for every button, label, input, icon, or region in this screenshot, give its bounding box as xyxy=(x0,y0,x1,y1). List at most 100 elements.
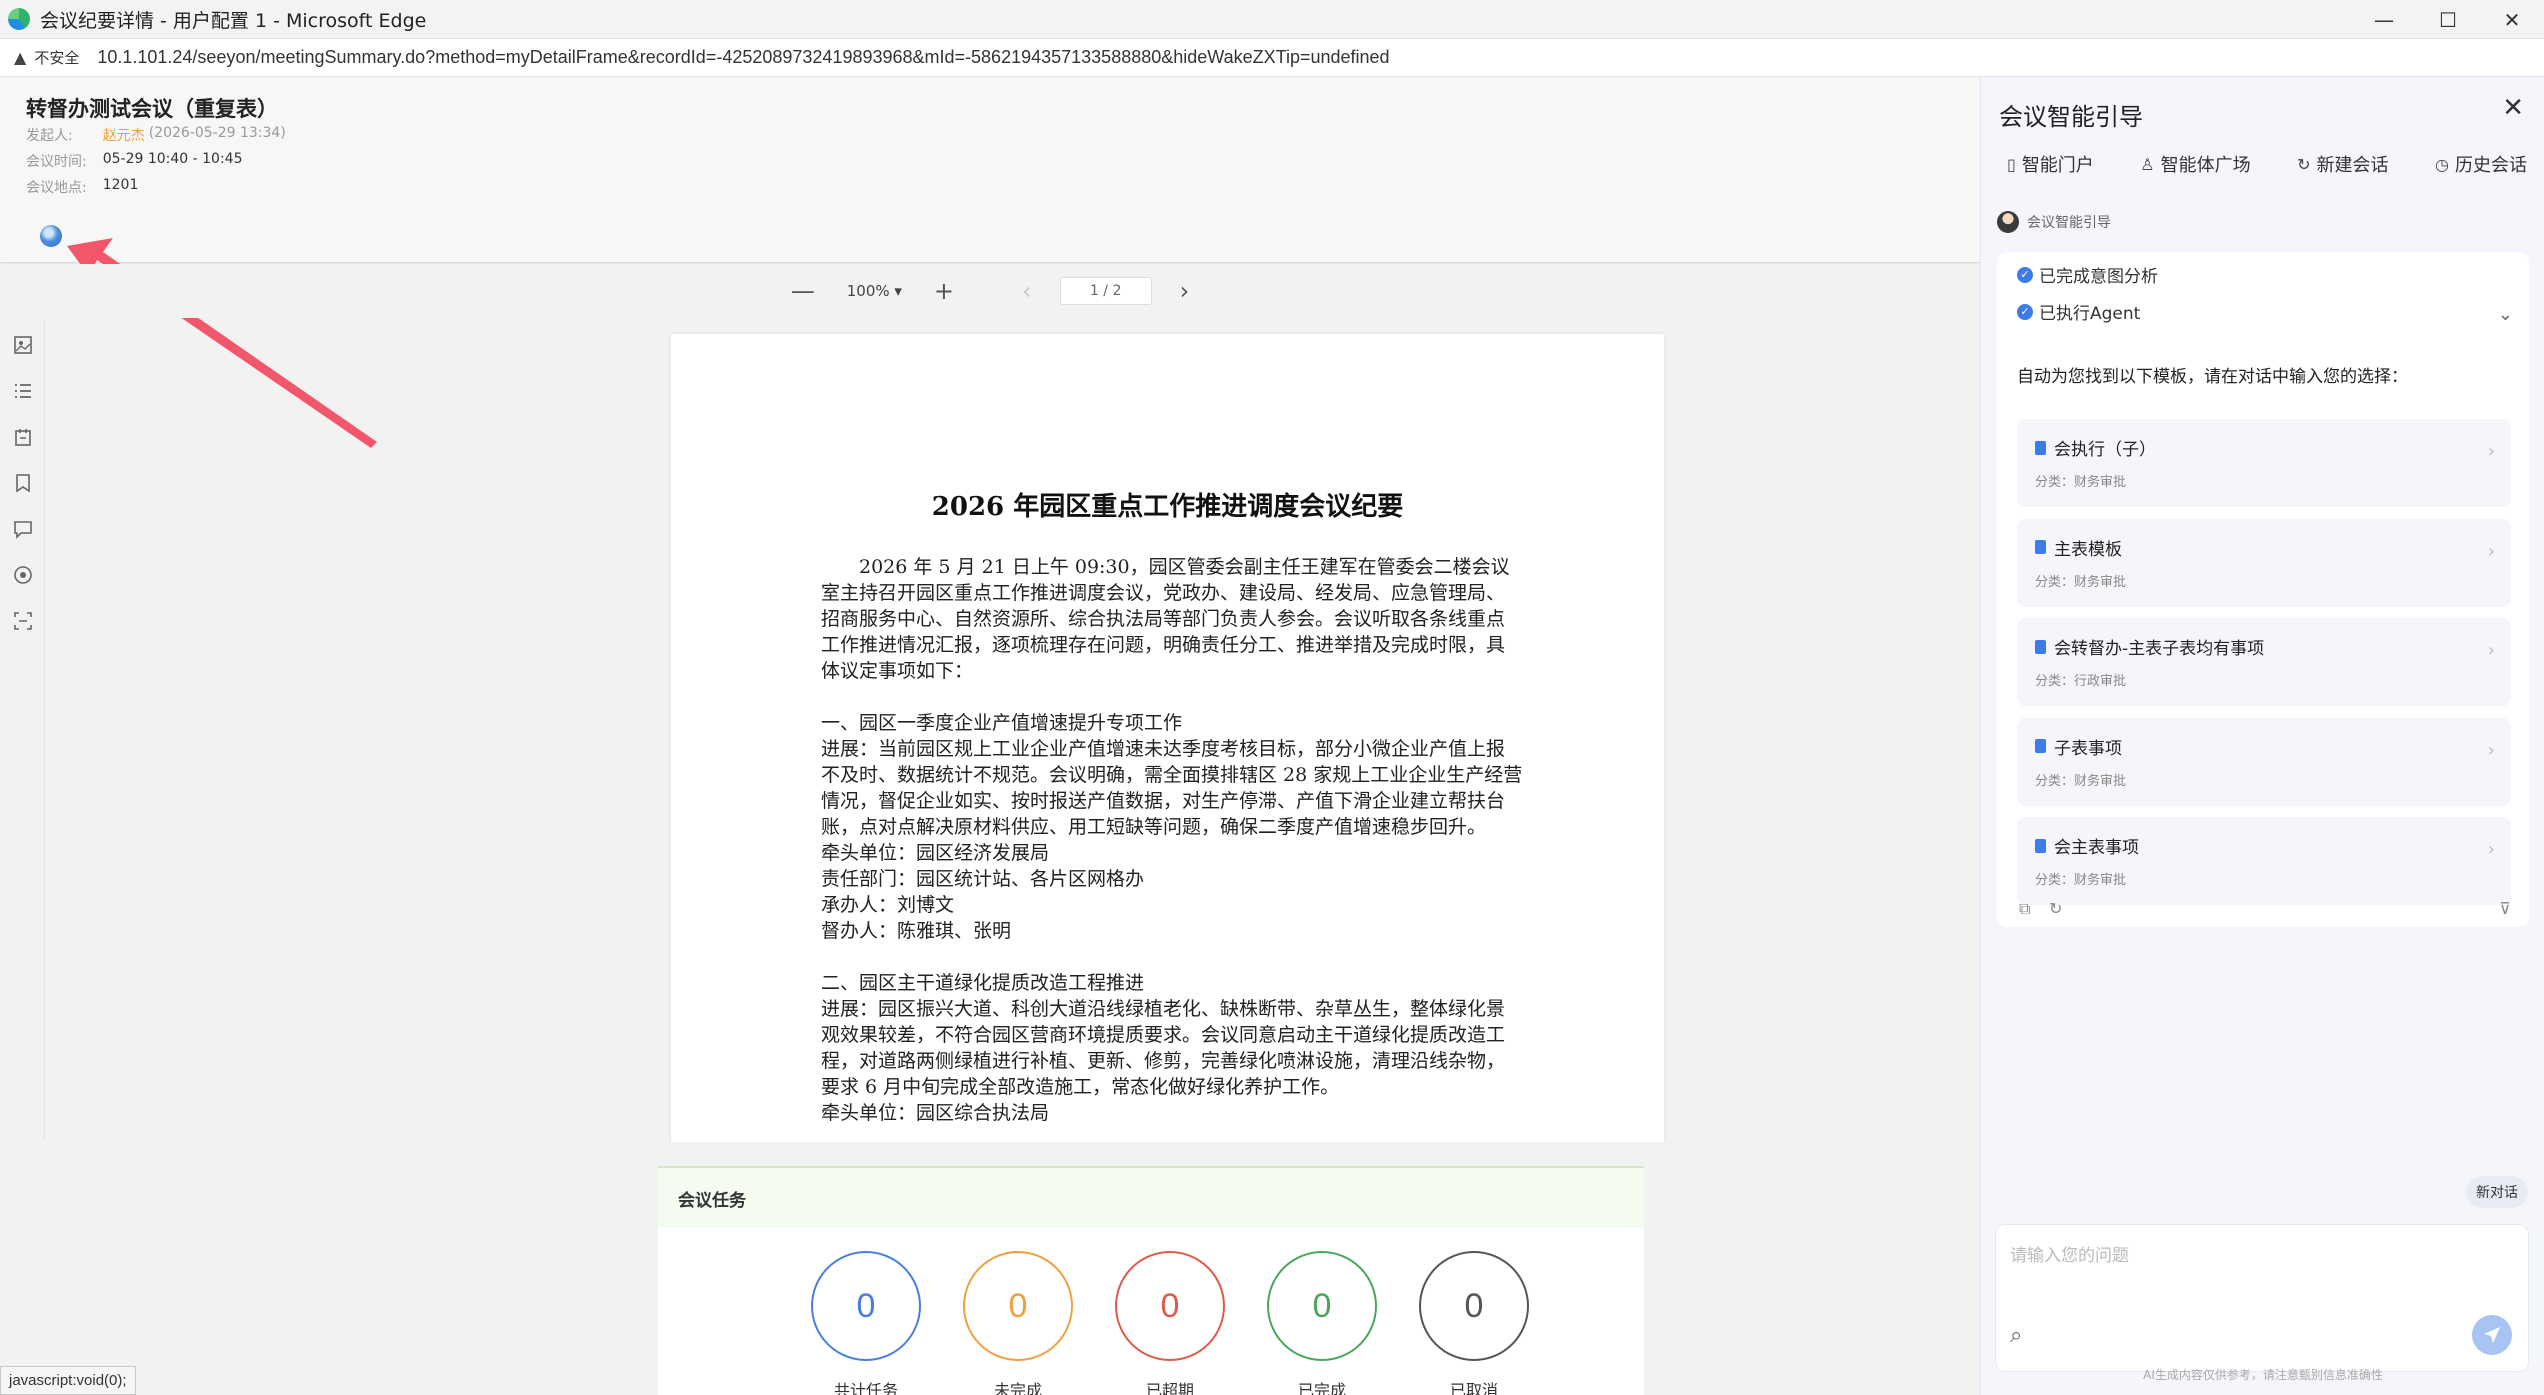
window-controls: — ☐ ✕ xyxy=(2352,0,2544,39)
nav-new-session[interactable]: ↻ 新建会话 xyxy=(2297,151,2388,177)
document-icon xyxy=(2035,540,2046,554)
document-paragraph: 承办人：刘博文 xyxy=(821,894,955,916)
task-stat[interactable]: 0 已完成 xyxy=(1246,1251,1398,1395)
stamp-icon[interactable] xyxy=(12,564,34,586)
assistant-panel: 会议智能引导 ✕ ▯ 智能门户 ♙ 智能体广场 ↻ 新建会话 ◷ 历史会话 会议智能引导 ✓ … xyxy=(1980,77,2544,1395)
bookmark-icon[interactable] xyxy=(12,472,34,494)
attachment-icon[interactable] xyxy=(12,426,34,448)
task-count-circle[interactable]: 0 xyxy=(1115,1251,1225,1361)
task-count-circle[interactable]: 0 xyxy=(811,1251,921,1361)
task-count-circle[interactable]: 0 xyxy=(1419,1251,1529,1361)
place-row: 会议地点: 1201 xyxy=(26,177,138,197)
check-icon: ✓ xyxy=(2017,303,2033,320)
minimize-button[interactable]: — xyxy=(2352,0,2416,39)
paperclip-icon[interactable]: ⌕ xyxy=(2010,1323,2022,1348)
chevron-right-icon: › xyxy=(2487,739,2495,761)
sponsor-name[interactable]: 赵元杰 xyxy=(103,125,145,145)
nav-agent-square[interactable]: ♙ 智能体广场 xyxy=(2140,151,2250,177)
place-label: 会议地点: xyxy=(26,180,87,196)
task-stat-label: 未完成 xyxy=(993,1381,1042,1395)
document-body: 2026 年 5 月 21 日上午 09:30，园区管委会副主任王建军在管委会二… xyxy=(821,554,1523,1126)
task-stat[interactable]: 0 已超期 xyxy=(1094,1251,1246,1395)
app-icon xyxy=(8,8,30,30)
send-button[interactable] xyxy=(2472,1315,2512,1355)
agent-avatar xyxy=(1997,211,2019,233)
template-name: 主表模板 xyxy=(2035,535,2122,560)
viewer-side-tools xyxy=(0,320,45,1140)
document-icon xyxy=(2035,739,2046,753)
address-bar[interactable]: ▲ 不安全 10.1.101.24/seeyon/meetingSummary.… xyxy=(0,39,2544,77)
status-agent[interactable]: ✓ 已执行Agent xyxy=(2017,299,2140,324)
template-name: 会执行（子） xyxy=(2035,435,2156,460)
task-stat[interactable]: 0 共计任务 xyxy=(790,1251,942,1395)
outline-icon[interactable] xyxy=(12,380,34,402)
warning-icon[interactable]: ▲ xyxy=(14,48,26,67)
security-label[interactable]: 不安全 xyxy=(34,47,79,68)
zoom-out-button[interactable]: — xyxy=(777,277,829,305)
template-card[interactable]: 会转督办-主表子表均有事项 分类：行政审批 › xyxy=(2017,618,2511,706)
nav-history[interactable]: ◷ 历史会话 xyxy=(2435,151,2527,177)
template-card[interactable]: 主表模板 分类：财务审批 › xyxy=(2017,518,2511,607)
meeting-tasks-panel: 会议任务 0 共计任务 0 未完成 0 已超期 0 已完成 0 已取消 xyxy=(658,1166,1644,1395)
template-name: 子表事项 xyxy=(2035,734,2122,759)
comment-icon[interactable] xyxy=(12,518,34,540)
task-stat[interactable]: 0 未完成 xyxy=(942,1251,1094,1395)
chat-input-box[interactable]: 请输入您的问题 ⌕ xyxy=(1995,1224,2529,1372)
nav-label: 智能门户 xyxy=(2021,155,2094,176)
time-row: 会议时间: 05-29 10:40 - 10:45 xyxy=(26,151,243,171)
window-titlebar: 会议纪要详情 - 用户配置 1 - Microsoft Edge — ☐ ✕ xyxy=(0,0,2544,39)
time-label: 会议时间: xyxy=(26,154,87,170)
status-bar-link-preview: javascript:void(0); xyxy=(0,1366,136,1395)
status-label: 已执行Agent xyxy=(2039,304,2141,324)
ai-disclaimer: AI生成内容仅供参考，请注意甄别信息准确性 xyxy=(2143,1368,2383,1382)
task-stat-label: 已超期 xyxy=(1145,1381,1194,1395)
scan-icon[interactable] xyxy=(12,610,34,632)
assistant-title: 会议智能引导 xyxy=(1999,103,2143,131)
place-value: 1201 xyxy=(102,177,139,193)
maximize-button[interactable]: ☐ xyxy=(2416,0,2480,39)
agent-square-icon: ♙ xyxy=(2140,154,2155,174)
page-number-input[interactable]: 1 / 2 xyxy=(1059,277,1152,305)
template-card[interactable]: 子表事项 分类：财务审批 › xyxy=(2017,717,2511,806)
url-text[interactable]: 10.1.101.24/seeyon/meetingSummary.do?met… xyxy=(97,47,1389,68)
sponsor-time: (2026-05-29 13:34) xyxy=(148,125,286,141)
template-name-text: 会转督办-主表子表均有事项 xyxy=(2054,639,2265,659)
next-page-button[interactable]: › xyxy=(1166,277,1204,305)
zoom-select[interactable]: 100% ▾ xyxy=(829,282,920,300)
task-stat-label: 已取消 xyxy=(1449,1381,1498,1395)
task-stat[interactable]: 0 已取消 xyxy=(1398,1251,1550,1395)
template-prompt: 自动为您找到以下模板，请在对话中输入您的选择： xyxy=(2017,367,2408,387)
template-card[interactable]: 会主表事项 分类：财务审批 › xyxy=(2017,817,2511,905)
prev-page-button[interactable]: ‹ xyxy=(1008,277,1046,305)
close-icon[interactable]: ✕ xyxy=(2502,93,2524,123)
copy-icon[interactable]: ⧉ xyxy=(2019,899,2030,919)
task-count-circle[interactable]: 0 xyxy=(1267,1251,1377,1361)
chevron-down-icon[interactable]: ⌄ xyxy=(2498,304,2513,325)
template-name: 会主表事项 xyxy=(2035,833,2139,858)
template-name-text: 主表模板 xyxy=(2054,539,2122,560)
task-count-circle[interactable]: 0 xyxy=(963,1251,1073,1361)
new-chat-button[interactable]: 新对话 xyxy=(2466,1176,2528,1208)
thumbnail-icon[interactable] xyxy=(12,334,34,356)
sponsor-row: 发起人: 赵元杰 (2026-05-29 13:34) xyxy=(26,125,286,145)
template-name-text: 子表事项 xyxy=(2054,738,2122,759)
chevron-right-icon: › xyxy=(2487,540,2495,562)
thumbs-down-icon[interactable]: ⊽ xyxy=(2499,899,2511,918)
agent-name: 会议智能引导 xyxy=(2027,215,2111,231)
document-paragraph: 牵头单位：园区综合执法局 xyxy=(821,1102,1050,1124)
sponsor-label: 发起人: xyxy=(26,128,73,144)
check-icon: ✓ xyxy=(2017,266,2033,283)
document-paragraph: 2026 年 5 月 21 日上午 09:30，园区管委会副主任王建军在管委会二… xyxy=(821,556,1510,682)
document-paragraph: 督办人：陈雅琪、张明 xyxy=(821,920,1012,942)
assistant-nav: ▯ 智能门户 ♙ 智能体广场 ↻ 新建会话 ◷ 历史会话 xyxy=(2007,151,2527,177)
zoom-in-button[interactable]: + xyxy=(920,277,968,305)
refresh-icon[interactable]: ↻ xyxy=(2049,899,2062,918)
nav-portal[interactable]: ▯ 智能门户 xyxy=(2007,151,2094,177)
template-card[interactable]: 会执行（子） 分类：财务审批 › xyxy=(2017,419,2511,507)
assistant-response-card: ✓ 已完成意图分析 ✓ 已执行Agent ⌄ 自动为您找到以下模板，请在对话中输… xyxy=(1997,252,2529,927)
document-paragraph: 一、园区一季度企业产值增速提升专项工作 xyxy=(821,712,1183,734)
document-paragraph: 二、园区主干道绿化提质改造工程推进 xyxy=(821,972,1145,994)
close-window-button[interactable]: ✕ xyxy=(2480,0,2544,39)
document-icon xyxy=(2035,639,2046,654)
chat-input-placeholder[interactable]: 请输入您的问题 xyxy=(2010,1241,2129,1266)
